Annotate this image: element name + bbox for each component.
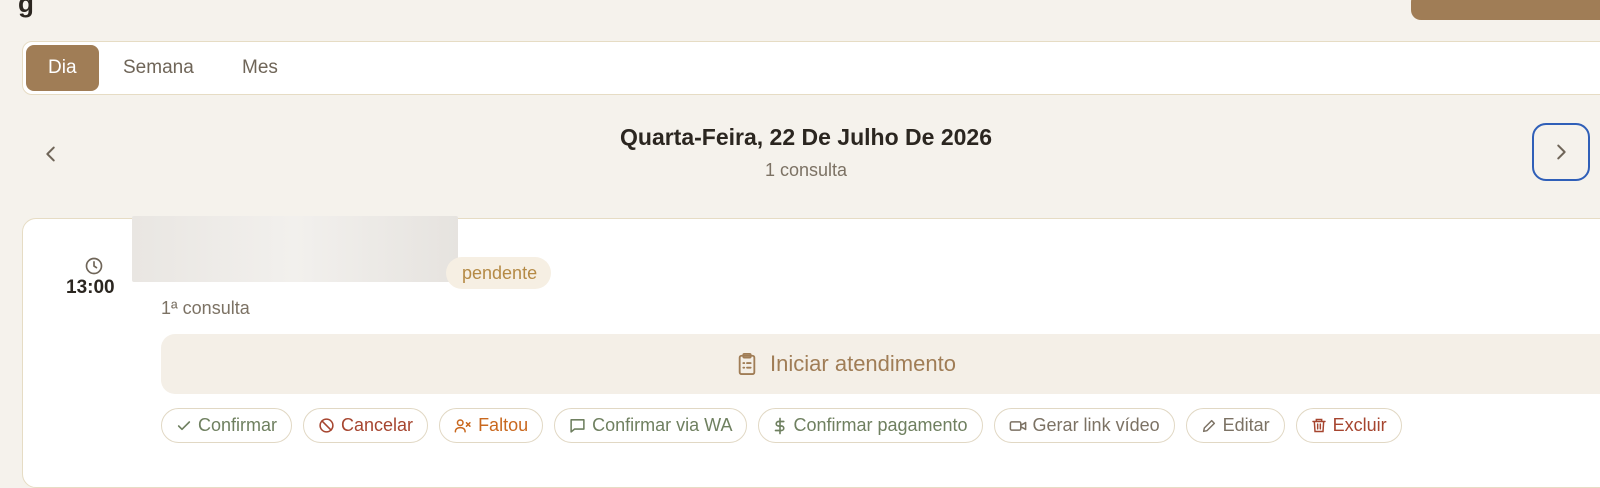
tab-week[interactable]: Semana: [101, 45, 216, 91]
cancel-label: Cancelar: [341, 415, 414, 435]
confirm-payment-button[interactable]: Confirmar pagamento: [758, 408, 983, 443]
appointment-count: 1 consulta: [764, 160, 848, 180]
start-appointment-button[interactable]: Iniciar atendimento: [161, 334, 1600, 394]
message-square-icon: [570, 419, 585, 433]
edit-button[interactable]: Editar: [1185, 408, 1285, 443]
confirm-label: Confirmar: [198, 415, 278, 435]
chevron-right-icon: [1557, 144, 1566, 160]
page-heading-partial: g: [18, 0, 34, 18]
check-icon: [177, 420, 191, 430]
confirm-button[interactable]: Confirmar: [161, 408, 293, 443]
clock-icon: [85, 257, 103, 275]
generate-video-link-button[interactable]: Gerar link vídeo: [993, 408, 1175, 443]
user-x-icon: [454, 419, 471, 433]
generate-video-link-label: Gerar link vídeo: [1032, 415, 1160, 435]
video-icon: [1009, 420, 1026, 431]
trash-icon: [1311, 418, 1326, 433]
no-show-label: Faltou: [478, 415, 529, 435]
date-title: Quarta-Feira, 22 De Julho De 2026: [620, 124, 992, 150]
edit-label: Editar: [1222, 415, 1270, 435]
appointment-type: 1ª consulta: [161, 298, 250, 318]
ban-icon: [319, 418, 334, 433]
no-show-button[interactable]: Faltou: [439, 408, 544, 443]
confirm-payment-label: Confirmar pagamento: [793, 415, 968, 435]
next-day-button[interactable]: [1532, 123, 1590, 181]
view-tabs: Dia Semana Mes: [22, 41, 1600, 95]
patient-name-redacted: [132, 216, 458, 282]
appointment-actions: Confirmar Cancelar Faltou Confirmar via …: [161, 408, 1402, 443]
confirm-whatsapp-button[interactable]: Confirmar via WA: [554, 408, 748, 443]
appointment-time: 13:00: [66, 277, 115, 298]
cancel-button[interactable]: Cancelar: [303, 408, 429, 443]
tab-month[interactable]: Mes: [220, 45, 300, 91]
new-appointment-button[interactable]: [1411, 0, 1600, 20]
delete-button[interactable]: Excluir: [1295, 408, 1402, 443]
status-badge: pendente: [446, 257, 552, 289]
dollar-sign-icon: [775, 417, 786, 434]
clipboard-list-icon: [738, 353, 756, 375]
tab-day[interactable]: Dia: [26, 45, 99, 91]
start-appointment-label: Iniciar atendimento: [770, 351, 956, 376]
delete-label: Excluir: [1332, 415, 1387, 435]
confirm-whatsapp-label: Confirmar via WA: [592, 415, 733, 435]
pencil-icon: [1202, 419, 1215, 432]
